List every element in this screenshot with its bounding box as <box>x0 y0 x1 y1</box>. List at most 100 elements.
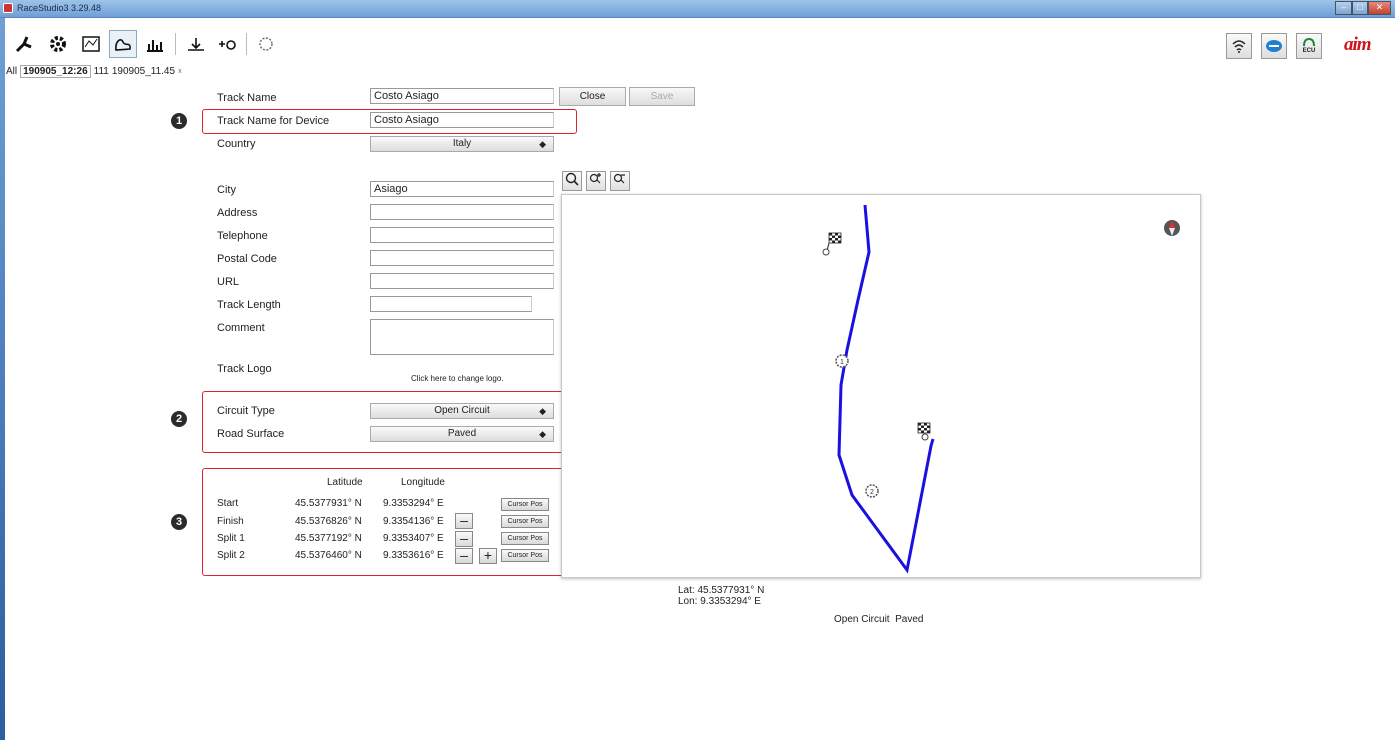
change-logo-link[interactable]: Click here to change logo. <box>411 374 504 383</box>
comment-label: Comment <box>217 322 265 334</box>
ecu-icon[interactable]: ECU <box>1296 33 1322 59</box>
callout-badge-1: 1 <box>171 113 187 129</box>
chevron-updown-icon: ◆ <box>539 406 546 416</box>
address-input[interactable] <box>370 204 554 220</box>
wifi-icon[interactable] <box>1226 33 1252 59</box>
split1-remove-icon[interactable]: – <box>455 531 473 547</box>
tab-all[interactable]: All <box>6 66 17 77</box>
finish-flag-icon[interactable] <box>917 422 931 441</box>
window-controls: – □ ✕ <box>1335 1 1391 15</box>
toolbar-separator <box>246 33 247 55</box>
maximize-button[interactable]: □ <box>1352 1 1368 15</box>
gear-icon[interactable] <box>44 30 72 58</box>
start-cursor-pos-button[interactable]: Cursor Pos <box>501 498 549 511</box>
plus-device-icon[interactable] <box>214 30 242 58</box>
city-input[interactable]: Asiago <box>370 181 554 197</box>
window-left-border <box>0 18 5 740</box>
latitude-header: Latitude <box>327 477 363 488</box>
tab-second[interactable]: 111 <box>94 66 109 77</box>
tab-third[interactable]: 190905_11.45 <box>112 66 175 77</box>
track-logo-label: Track Logo <box>217 363 272 375</box>
split2-label: Split 2 <box>217 550 245 561</box>
split2-lon: 9.3353616° E <box>383 550 444 561</box>
split1-lon: 9.3353407° E <box>383 533 444 544</box>
split2-cursor-pos-button[interactable]: Cursor Pos <box>501 549 549 562</box>
finish-lon: 9.3354136° E <box>383 516 444 527</box>
minimize-button[interactable]: – <box>1335 1 1352 15</box>
device-name-input[interactable]: Costo Asiago <box>370 112 554 128</box>
tab-active[interactable]: 190905_12:26 <box>20 64 91 78</box>
country-select[interactable]: Italy ◆ <box>370 136 554 152</box>
postal-code-label: Postal Code <box>217 253 277 265</box>
track-length-label: Track Length <box>217 299 281 311</box>
road-surface-select[interactable]: Paved ◆ <box>370 426 554 442</box>
close-window-button[interactable]: ✕ <box>1368 1 1391 15</box>
close-button[interactable]: Close <box>559 87 626 106</box>
track-path <box>837 204 935 574</box>
map-lat-readout: Lat: 45.5377931° N <box>678 585 765 596</box>
address-label: Address <box>217 207 258 219</box>
chevron-updown-icon: ◆ <box>539 139 546 149</box>
callout-badge-3: 3 <box>171 514 187 530</box>
finish-remove-icon[interactable]: – <box>455 513 473 529</box>
callout-badge-2: 2 <box>171 411 187 427</box>
finish-label: Finish <box>217 516 244 527</box>
chart-icon[interactable] <box>141 30 169 58</box>
tab-close-icon[interactable]: x <box>178 68 182 75</box>
track-name-input[interactable]: Costo Asiago <box>370 88 554 104</box>
chevron-updown-icon: ◆ <box>539 429 546 439</box>
longitude-header: Longitude <box>401 477 445 488</box>
app-icon <box>3 3 13 13</box>
title-bar: RaceStudio3 3.29.48 – □ ✕ <box>0 0 1395 18</box>
zoom-in-icon[interactable] <box>586 171 606 191</box>
svg-text:2: 2 <box>870 489 874 496</box>
split2-lat: 45.5376460° N <box>295 550 362 561</box>
session-tabs: All 190905_12:26 111 190905_11.45 x <box>6 64 182 78</box>
highlight-box-2 <box>202 391 577 453</box>
finish-lat: 45.5376826° N <box>295 516 362 527</box>
postal-code-input[interactable] <box>370 250 554 266</box>
window-title: RaceStudio3 3.29.48 <box>17 3 102 13</box>
telephone-input[interactable] <box>370 227 554 243</box>
circuit-type-label: Circuit Type <box>217 405 275 417</box>
ecu-label: ECU <box>1302 47 1316 54</box>
map-summary: Open Circuit Paved <box>834 614 924 625</box>
road-surface-value: Paved <box>447 428 477 439</box>
can-icon[interactable] <box>1261 33 1287 59</box>
country-label: Country <box>217 138 256 150</box>
split1-label: Split 1 <box>217 533 245 544</box>
country-value: Italy <box>452 138 472 149</box>
save-button[interactable]: Save <box>629 87 695 106</box>
split2-remove-icon[interactable]: – <box>455 548 473 564</box>
split2-marker-icon[interactable]: 2 <box>865 484 879 498</box>
city-label: City <box>217 184 236 196</box>
start-label: Start <box>217 498 239 509</box>
toolbar-separator <box>175 33 176 55</box>
start-lon: 9.3353294° E <box>383 498 444 509</box>
zoom-fit-icon[interactable] <box>562 171 582 191</box>
data-download-icon[interactable] <box>182 30 210 58</box>
track-length-input[interactable] <box>370 296 532 312</box>
add-split-icon[interactable]: + <box>479 548 497 564</box>
telephone-label: Telephone <box>217 230 268 242</box>
circuit-type-select[interactable]: Open Circuit ◆ <box>370 403 554 419</box>
aim-logo: aim <box>1344 34 1372 55</box>
track-name-label: Track Name <box>217 92 277 104</box>
dashboard-icon[interactable] <box>77 30 105 58</box>
comment-textarea[interactable] <box>370 319 554 355</box>
map-lon-readout: Lon: 9.3353294° E <box>678 596 761 607</box>
split1-cursor-pos-button[interactable]: Cursor Pos <box>501 532 549 545</box>
start-flag-icon[interactable] <box>822 232 842 256</box>
url-label: URL <box>217 276 240 288</box>
track-icon[interactable] <box>109 30 137 58</box>
url-input[interactable] <box>370 273 554 289</box>
track-settings-icon[interactable] <box>252 30 280 58</box>
wrench-icon[interactable] <box>10 30 38 58</box>
device-name-label: Track Name for Device <box>217 115 330 127</box>
split1-marker-icon[interactable]: 1 <box>835 354 849 368</box>
start-lat: 45.5377931° N <box>295 498 362 509</box>
circuit-type-value: Open Circuit <box>434 405 490 416</box>
zoom-out-icon[interactable] <box>610 171 630 191</box>
finish-cursor-pos-button[interactable]: Cursor Pos <box>501 515 549 528</box>
track-map[interactable]: 1 2 <box>561 194 1201 578</box>
